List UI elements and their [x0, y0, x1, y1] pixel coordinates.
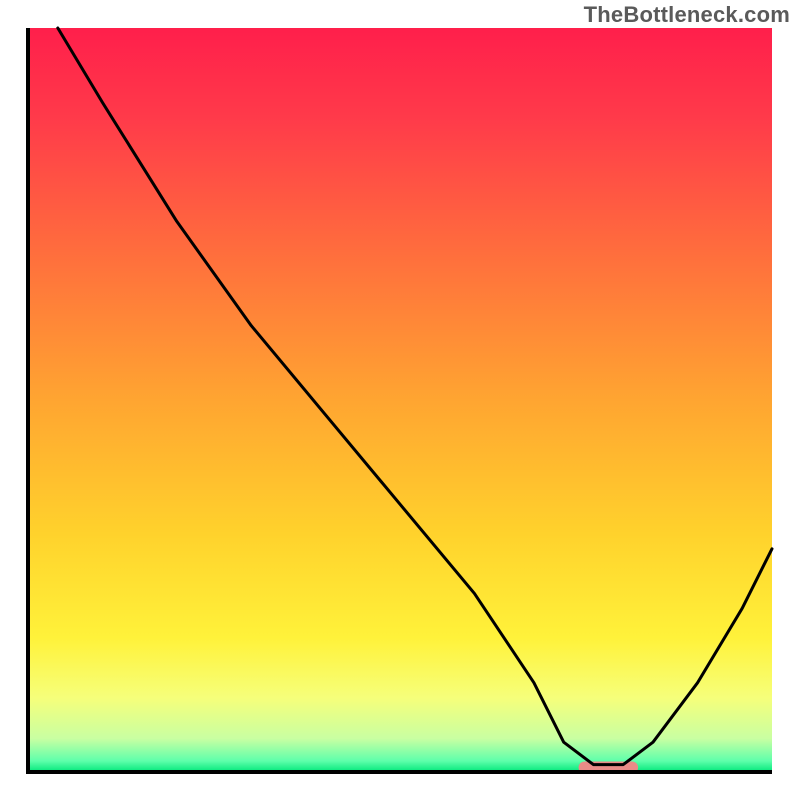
plot-background [28, 28, 772, 772]
chart-container: TheBottleneck.com [0, 0, 800, 800]
bottleneck-chart [0, 0, 800, 800]
watermark-label: TheBottleneck.com [584, 2, 790, 28]
